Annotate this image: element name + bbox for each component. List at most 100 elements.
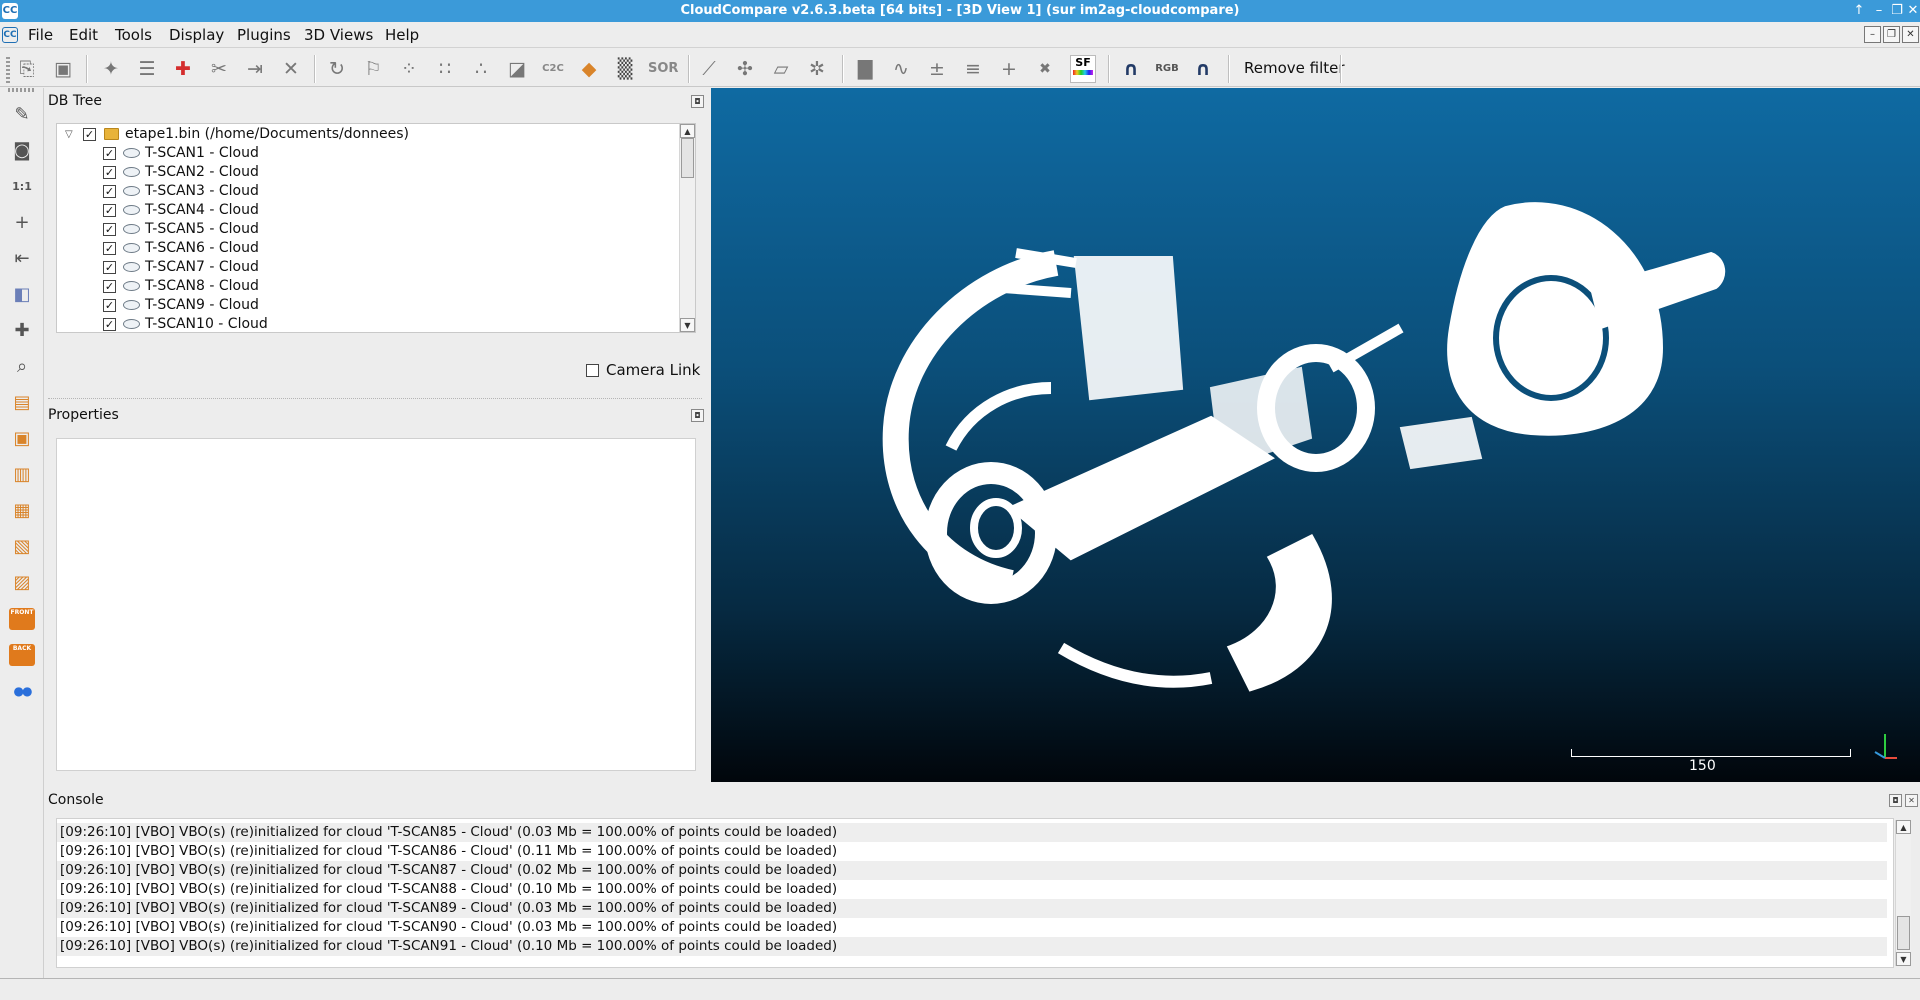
cc-distance-icon[interactable]: C2C [540, 57, 566, 81]
iso-front-icon[interactable]: FRONT [9, 608, 35, 632]
panel-splitter[interactable] [48, 398, 702, 400]
tree-item[interactable]: ✓ T-SCAN5 - Cloud [57, 220, 677, 239]
rgb-filter-icon[interactable]: RGB [1154, 57, 1180, 81]
primitive-icon[interactable]: ◆ [576, 57, 602, 81]
translate-rotate-icon[interactable]: ✚ [170, 57, 196, 81]
checker-icon[interactable]: ▒ [612, 57, 638, 81]
align-icon[interactable]: ↻ [324, 57, 350, 81]
item-checkbox[interactable]: ✓ [103, 318, 116, 331]
sor-filter-icon[interactable]: SOR [648, 57, 678, 81]
scroll-up-arrow-icon[interactable]: ▲ [1896, 820, 1911, 834]
item-checkbox[interactable]: ✓ [103, 280, 116, 293]
console-close-button[interactable]: ✕ [1905, 794, 1918, 807]
compass-icon[interactable]: ✲ [804, 57, 830, 81]
tree-item[interactable]: ✓ T-SCAN2 - Cloud [57, 163, 677, 182]
segment-icon[interactable]: ✂ [206, 57, 232, 81]
histogram-icon[interactable]: ▇ [852, 57, 878, 81]
title-bar[interactable]: CC CloudCompare v2.6.3.beta [64 bits] - … [0, 0, 1920, 22]
camera-link-box[interactable] [586, 364, 599, 377]
view-back-icon[interactable]: ▦ [9, 498, 35, 524]
mesh-icon[interactable]: ◪ [504, 57, 530, 81]
pencil-icon[interactable]: ✎ [9, 102, 35, 128]
menu-plugins[interactable]: Plugins [237, 26, 291, 44]
scroll-down-arrow-icon[interactable]: ▼ [1896, 952, 1911, 966]
menu-edit[interactable]: Edit [69, 26, 98, 44]
delete-icon[interactable]: ✕ [278, 57, 304, 81]
root-checkbox[interactable]: ✓ [83, 128, 96, 141]
console-scrollbar[interactable]: ▲ ▼ [1895, 820, 1911, 966]
menu-display[interactable]: Display [169, 26, 224, 44]
tree-item[interactable]: ✓ T-SCAN4 - Cloud [57, 201, 677, 220]
remove-filter-button[interactable]: Remove filter [1238, 56, 1351, 80]
normals-icon[interactable]: ⟋ [696, 57, 722, 81]
scroll-down-arrow-icon[interactable]: ▼ [680, 318, 695, 332]
open-icon[interactable]: ⎘ [14, 57, 40, 81]
toolbar-grip[interactable] [8, 88, 36, 92]
item-checkbox[interactable]: ✓ [103, 299, 116, 312]
scroll-thumb[interactable] [1897, 916, 1910, 950]
plane-icon[interactable]: ▱ [768, 57, 794, 81]
save-icon[interactable]: ▣ [50, 57, 76, 81]
camera-icon[interactable]: ◙ [9, 138, 35, 164]
mesh-filter-1-icon[interactable]: ∩ [1118, 57, 1144, 81]
delete-sf-icon[interactable]: ✖ [1032, 57, 1058, 81]
item-checkbox[interactable]: ✓ [103, 185, 116, 198]
dbtree-float-button[interactable]: ◘ [691, 95, 704, 108]
density-icon[interactable]: ∷ [432, 57, 458, 81]
sample-icon[interactable]: ⇥ [242, 57, 268, 81]
view-right-icon[interactable]: ▧ [9, 534, 35, 560]
dbtree-scrollbar[interactable]: ▲ ▼ [679, 124, 695, 332]
toolbar-grip[interactable] [6, 55, 10, 83]
zoom-1to1-icon[interactable]: 1:1 [9, 174, 35, 200]
scalar-field-icon[interactable]: SF [1070, 55, 1096, 83]
tree-root-item[interactable]: ▽ ✓ etape1.bin (/home/Documents/donnees) [57, 125, 677, 144]
db-tree[interactable]: ▽ ✓ etape1.bin (/home/Documents/donnees)… [56, 123, 696, 333]
app-menu-icon[interactable]: CC [2, 27, 18, 43]
tree-item[interactable]: ✓ T-SCAN10 - Cloud [57, 315, 677, 334]
menu-help[interactable]: Help [385, 26, 419, 44]
merge-icon[interactable]: ☰ [134, 57, 160, 81]
scroll-thumb[interactable] [681, 138, 694, 178]
mdi-restore-button[interactable]: ❐ [1883, 26, 1900, 43]
sf-arith-icon[interactable]: ± [924, 57, 950, 81]
tree-item[interactable]: ✓ T-SCAN9 - Cloud [57, 296, 677, 315]
tree-item[interactable]: ✓ T-SCAN6 - Cloud [57, 239, 677, 258]
sf-filter-icon[interactable]: ≡ [960, 57, 986, 81]
pivot-icon[interactable]: ⇤ [9, 246, 35, 272]
view-top-icon[interactable]: ▤ [9, 390, 35, 416]
expand-arrow-icon[interactable]: ▽ [65, 125, 73, 144]
rotation-center-icon[interactable]: ✚ [9, 318, 35, 344]
properties-panel[interactable] [56, 438, 696, 771]
mesh-filter-2-icon[interactable]: ∩ [1190, 57, 1216, 81]
view-left-icon[interactable]: ▥ [9, 462, 35, 488]
clone-icon[interactable]: ✦ [98, 57, 124, 81]
statistics-icon[interactable]: ∿ [888, 57, 914, 81]
item-checkbox[interactable]: ✓ [103, 166, 116, 179]
tree-item[interactable]: ✓ T-SCAN8 - Cloud [57, 277, 677, 296]
close-button[interactable]: ✕ [1904, 2, 1920, 20]
item-checkbox[interactable]: ✓ [103, 242, 116, 255]
console-log[interactable]: [09:26:10] [VBO] VBO(s) (re)initialized … [56, 818, 1894, 968]
minimize-button[interactable]: – [1870, 2, 1888, 20]
view-front-icon[interactable]: ▣ [9, 426, 35, 452]
zoom-icon[interactable]: ⌕ [9, 354, 35, 380]
stereo-icon[interactable]: ●● [9, 678, 35, 704]
pick-point-icon[interactable]: ✣ [732, 57, 758, 81]
subsample-icon[interactable]: ⁘ [396, 57, 422, 81]
mdi-minimize-button[interactable]: – [1864, 26, 1881, 43]
register-icon[interactable]: ⚐ [360, 57, 386, 81]
menu-file[interactable]: File [28, 26, 53, 44]
item-checkbox[interactable]: ✓ [103, 147, 116, 160]
menu-3d-views[interactable]: 3D Views [304, 26, 373, 44]
console-float-button[interactable]: ◘ [1889, 794, 1902, 807]
menu-tools[interactable]: Tools [115, 26, 152, 44]
item-checkbox[interactable]: ✓ [103, 223, 116, 236]
view-bottom-icon[interactable]: ▨ [9, 570, 35, 596]
keep-above-icon[interactable]: ↑ [1850, 2, 1868, 20]
tree-item[interactable]: ✓ T-SCAN1 - Cloud [57, 144, 677, 163]
center-icon[interactable]: + [9, 210, 35, 236]
scroll-up-arrow-icon[interactable]: ▲ [680, 124, 695, 138]
iso-back-icon[interactable]: BACK [9, 644, 35, 668]
view-mode-icon[interactable]: ◧ [9, 282, 35, 308]
tree-item[interactable]: ✓ T-SCAN7 - Cloud [57, 258, 677, 277]
